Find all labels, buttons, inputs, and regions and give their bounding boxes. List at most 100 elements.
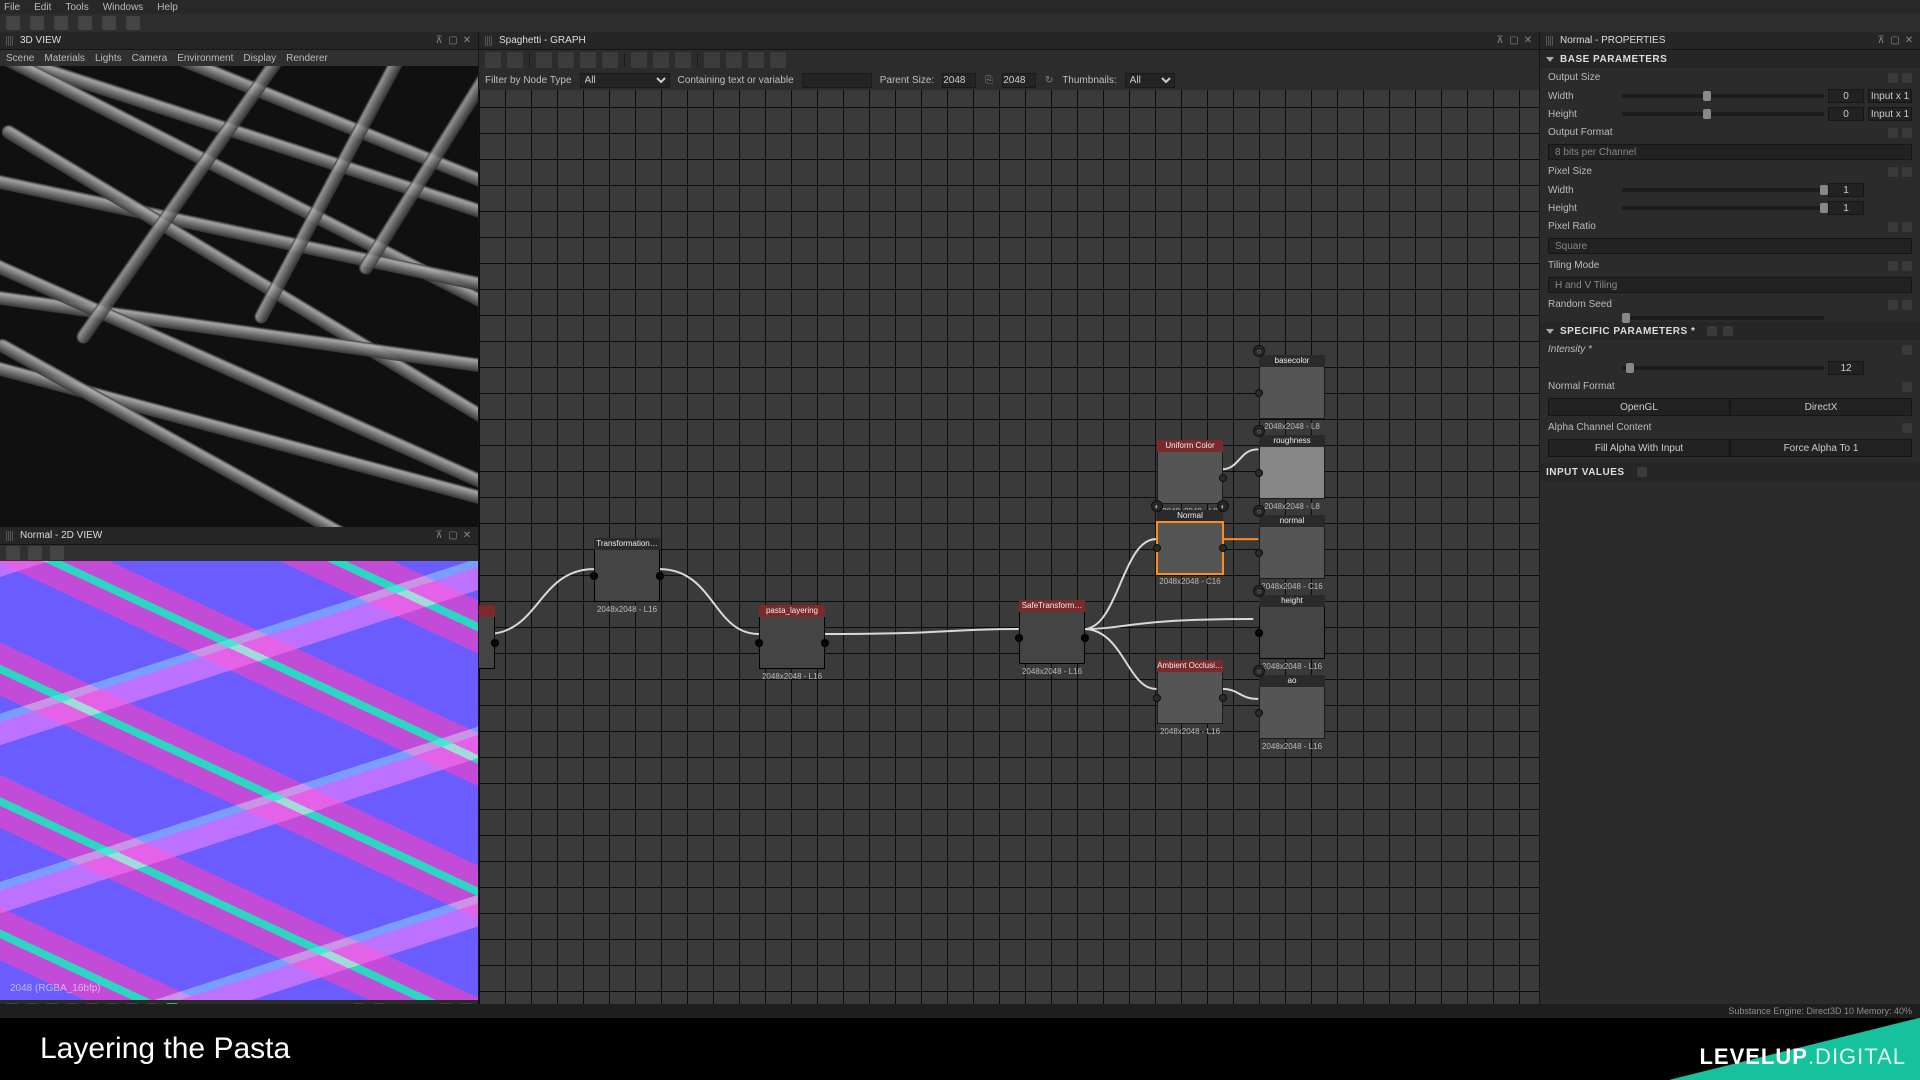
grip-icon[interactable] xyxy=(485,36,493,46)
value-output-width[interactable]: 0 xyxy=(1828,89,1864,103)
reset-icon[interactable] xyxy=(1902,423,1912,433)
node-output-height[interactable]: ○ height 2048x2048 - L16 xyxy=(1259,595,1325,671)
slider-output-height[interactable] xyxy=(1622,112,1824,116)
node-output-ao[interactable]: ○ ao 2048x2048 - L16 xyxy=(1259,675,1325,751)
node-output-basecolor[interactable]: ○ basecolor 2048x2048 - L8 xyxy=(1259,355,1325,431)
popout-icon[interactable]: ▢ xyxy=(448,36,458,46)
node-input-edge[interactable]: … 1 - L16 xyxy=(479,605,495,681)
output-badge-icon[interactable]: ○ xyxy=(1253,665,1265,677)
link-icon[interactable] xyxy=(580,52,596,68)
slider-output-width[interactable] xyxy=(1622,94,1824,98)
section-base-parameters[interactable]: BASE PARAMETERS xyxy=(1540,50,1920,68)
save-icon[interactable] xyxy=(54,16,68,30)
graph-canvas[interactable]: … 1 - L16 Transformation… 2048x2048 - L1… xyxy=(479,90,1539,1018)
tab-display[interactable]: Display xyxy=(243,53,276,64)
frame-icon[interactable] xyxy=(748,52,764,68)
dropdown-tiling-mode[interactable]: H and V Tiling xyxy=(1548,277,1912,293)
dropdown-pixel-ratio[interactable]: Square xyxy=(1548,238,1912,254)
slider-intensity[interactable] xyxy=(1622,366,1824,370)
thumb-select[interactable]: All xyxy=(1125,73,1175,88)
tab-renderer[interactable]: Renderer xyxy=(286,53,328,64)
highlight-icon[interactable] xyxy=(602,52,618,68)
filter-type-select[interactable]: All xyxy=(580,73,670,88)
expand-icon[interactable] xyxy=(770,52,786,68)
node-uniform-color[interactable]: Uniform Color 2048x2048 - L8 xyxy=(1157,440,1223,516)
reset-icon[interactable] xyxy=(1902,222,1912,232)
tab-environment[interactable]: Environment xyxy=(177,53,233,64)
toggle-normal-format[interactable]: OpenGL DirectX xyxy=(1548,398,1912,416)
expose-icon[interactable] xyxy=(1888,222,1898,232)
redo-icon[interactable] xyxy=(126,16,140,30)
pill-opengl[interactable]: OpenGL xyxy=(1548,398,1730,416)
close-icon[interactable]: ✕ xyxy=(462,531,472,541)
close-icon[interactable]: ✕ xyxy=(462,36,472,46)
tab-materials[interactable]: Materials xyxy=(44,53,85,64)
output-badge-icon[interactable]: ○ xyxy=(1253,425,1265,437)
expose-icon[interactable] xyxy=(1888,261,1898,271)
open-icon[interactable] xyxy=(30,16,44,30)
reset-icon[interactable] xyxy=(1902,73,1912,83)
node-safetransform[interactable]: SafeTransform… 2048x2048 - L16 xyxy=(1019,600,1085,676)
info-icon[interactable] xyxy=(536,52,552,68)
undo-icon[interactable] xyxy=(102,16,116,30)
node-normal[interactable]: ◐ ◐ Normal 2048x2048 - C16 xyxy=(1157,510,1223,586)
dropdown-output-format[interactable]: 8 bits per Channel xyxy=(1548,144,1912,160)
popout-icon[interactable]: ▢ xyxy=(1890,36,1900,46)
close-icon[interactable]: ✕ xyxy=(1904,36,1914,46)
expose-icon[interactable] xyxy=(1888,73,1898,83)
tab-camera[interactable]: Camera xyxy=(132,53,168,64)
grip-icon[interactable] xyxy=(1546,36,1554,46)
toggle-alpha-channel[interactable]: Fill Alpha With Input Force Alpha To 1 xyxy=(1548,439,1912,457)
expose-icon[interactable] xyxy=(1888,128,1898,138)
reset-icon[interactable] xyxy=(1723,326,1733,336)
reload-icon[interactable] xyxy=(704,52,720,68)
home-icon[interactable] xyxy=(6,16,20,30)
grip-icon[interactable] xyxy=(6,531,14,541)
popout-icon[interactable]: ▢ xyxy=(1509,36,1519,46)
pin-icon[interactable]: ⊼ xyxy=(434,531,444,541)
pill-alpha-input[interactable]: Fill Alpha With Input xyxy=(1548,439,1730,457)
node-transformation[interactable]: Transformation… 2048x2048 - L16 xyxy=(594,538,660,614)
reset-icon[interactable] xyxy=(1902,345,1912,355)
parent-size-w[interactable] xyxy=(942,73,976,88)
pill-directx[interactable]: DirectX xyxy=(1730,398,1912,416)
node-ambient-occlusion[interactable]: Ambient Occlusi… 2048x2048 - L16 xyxy=(1157,660,1223,736)
menu-file[interactable]: File xyxy=(4,2,20,13)
node-badge-icon[interactable]: ◐ xyxy=(1151,500,1163,512)
pin-icon[interactable]: ⊼ xyxy=(434,36,444,46)
section-input-values[interactable]: INPUT VALUES xyxy=(1540,463,1920,481)
tab-lights[interactable]: Lights xyxy=(95,53,122,64)
add-icon[interactable] xyxy=(1637,467,1647,477)
refresh-size-icon[interactable]: ↻ xyxy=(1044,75,1054,85)
reset-icon[interactable] xyxy=(1902,300,1912,310)
viewport-3d[interactable] xyxy=(0,66,478,527)
menu-help[interactable]: Help xyxy=(157,2,178,13)
output-badge-icon[interactable]: ○ xyxy=(1253,345,1265,357)
popout-icon[interactable]: ▢ xyxy=(448,531,458,541)
link-size-icon[interactable]: ⎘ xyxy=(984,75,994,85)
value-pixel-height[interactable]: 1 xyxy=(1828,201,1864,215)
value-output-height[interactable]: 0 xyxy=(1828,107,1864,121)
close-icon[interactable]: ✕ xyxy=(1523,36,1533,46)
reset-icon[interactable] xyxy=(1902,128,1912,138)
contain-input[interactable] xyxy=(802,73,872,88)
slider-random-seed[interactable] xyxy=(1622,316,1824,320)
output-badge-icon[interactable]: ○ xyxy=(1253,585,1265,597)
pin-icon[interactable]: ⊼ xyxy=(1495,36,1505,46)
reset-icon[interactable] xyxy=(1902,167,1912,177)
autolayout-icon[interactable] xyxy=(675,52,691,68)
reset-icon[interactable] xyxy=(1902,261,1912,271)
pill-alpha-one[interactable]: Force Alpha To 1 xyxy=(1730,439,1912,457)
reset-icon[interactable] xyxy=(1902,382,1912,392)
align-h-icon[interactable] xyxy=(631,52,647,68)
align-v-icon[interactable] xyxy=(653,52,669,68)
value-pixel-width[interactable]: 1 xyxy=(1828,183,1864,197)
menu-edit[interactable]: Edit xyxy=(34,2,51,13)
node-output-normal[interactable]: ○ normal 2048x2048 - C16 xyxy=(1259,515,1325,591)
save-image-icon[interactable] xyxy=(6,546,20,560)
space-icon[interactable] xyxy=(485,52,501,68)
expose-icon[interactable] xyxy=(1888,167,1898,177)
expose-icon[interactable] xyxy=(1888,300,1898,310)
pin-icon[interactable]: ⊼ xyxy=(1876,36,1886,46)
cleanup-icon[interactable] xyxy=(726,52,742,68)
